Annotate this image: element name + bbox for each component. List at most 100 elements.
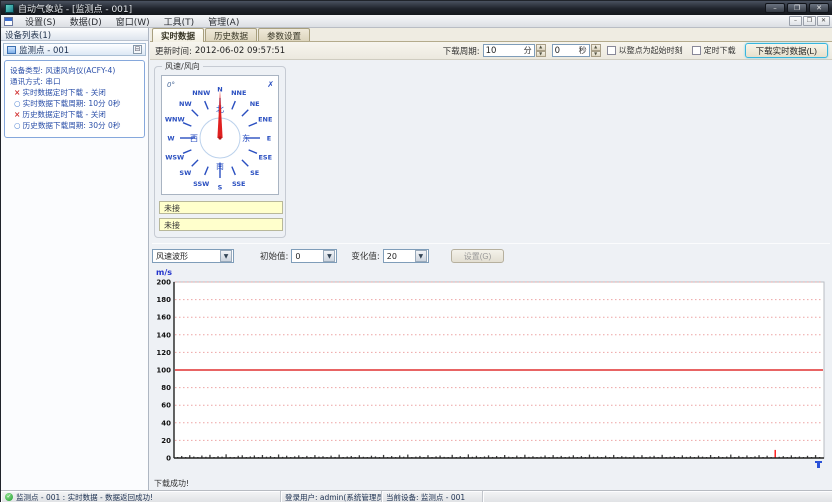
main-panel: 实时数据 历史数据 参数设置 更新时间: 2012-06-02 09:57:51…	[150, 28, 832, 490]
compass-direction-label: W	[167, 135, 174, 143]
device-list-panel: 设备列表(1) 监测点 - 001 ⊟ 设备类型: 风速风向仪(ACFY-4)通…	[1, 28, 149, 490]
status-filler-cell	[483, 491, 832, 502]
chart-cursor-marker	[815, 461, 822, 468]
minutes-stepper[interactable]: ▲▼	[536, 44, 546, 57]
wind-degree-readout: 0°	[167, 81, 175, 89]
tree-collapse-icon[interactable]: ⊟	[133, 45, 142, 54]
chevron-down-icon[interactable]: ▼	[220, 250, 232, 262]
download-realtime-button[interactable]: 下载实时数据(L)	[745, 43, 828, 58]
compass-cardinal-label: 东	[242, 133, 250, 143]
device-tree-node[interactable]: 监测点 - 001 ⊟	[3, 43, 146, 56]
mdi-close-button[interactable]: ✕	[817, 16, 830, 26]
download-period-label: 下载周期:	[443, 45, 480, 57]
chart-spike-bar	[775, 450, 776, 458]
minimize-button[interactable]: –	[765, 3, 785, 13]
step-value-select[interactable]: 20 ▼	[383, 249, 429, 263]
app-window: 自动气象站 - [监测点 - 001] – ❐ ✕ 设置(S) 数据(D) 窗口…	[0, 0, 832, 502]
device-tree-node-label: 监测点 - 001	[19, 44, 69, 56]
status-device-cell: 当前设备: 监测点 - 001	[382, 491, 483, 502]
wind-speed-value-box: 未接	[159, 201, 283, 214]
compass-direction-label: ENE	[258, 116, 272, 124]
minutes-unit-label: 分	[524, 45, 532, 56]
wind-direction-value-box: 未接	[159, 218, 283, 231]
app-icon	[5, 4, 14, 13]
menu-window[interactable]: 窗口(W)	[109, 14, 157, 29]
menu-settings[interactable]: 设置(S)	[18, 14, 63, 29]
compass-rose: 0°✗NNNENEENEEESESESSESSSWSWWSWWWNWNWNNW北…	[162, 76, 278, 194]
mdi-restore-button[interactable]: ❐	[803, 16, 816, 26]
success-check-icon: ✓	[5, 493, 13, 501]
seconds-field[interactable]: 0 秒	[552, 44, 590, 57]
step-value-label: 变化值:	[351, 250, 379, 262]
y-axis-tick-label: 40	[161, 419, 171, 427]
wind-groupbox-title: 风速/风向	[162, 61, 203, 72]
chart-controls: 风速波形 ▼ 初始值: 0 ▼ 变化值: 20 ▼ 设置(G)	[152, 248, 830, 264]
compass-direction-label: SSE	[232, 180, 246, 188]
device-info-line: 设备类型: 风速风向仪(ACFY-4)	[10, 65, 142, 76]
maximize-button[interactable]: ❐	[787, 3, 807, 13]
device-info-line: ×历史数据定时下载 - 关闭	[14, 109, 142, 120]
compass-direction-label: NE	[250, 100, 260, 108]
menu-tools[interactable]: 工具(T)	[157, 14, 202, 29]
compass-direction-label: ESE	[258, 153, 272, 161]
start-value-select[interactable]: 0 ▼	[291, 249, 337, 263]
minutes-value[interactable]: 10	[486, 46, 521, 56]
mdi-minimize-button[interactable]: –	[789, 16, 802, 26]
wind-compass: 0°✗NNNENEENEEESESESSESSSWSWWSWWWNWNWNNW北…	[161, 75, 279, 195]
y-axis-tick-label: 80	[161, 384, 171, 392]
tab-parameter-settings[interactable]: 参数设置	[258, 28, 310, 41]
status-bar: ✓ 监测点 - 001 : 实时数据 - 数据返回成功! 登录用户: admin…	[1, 490, 832, 502]
y-axis-tick-label: 140	[156, 331, 171, 339]
align-start-checkbox-label: 以整点为起始时刻	[619, 45, 683, 56]
y-axis-tick-label: 20	[161, 437, 171, 445]
menu-data[interactable]: 数据(D)	[63, 14, 109, 29]
device-info-line: ×实时数据定时下载 - 关闭	[14, 87, 142, 98]
checkbox-icon[interactable]	[607, 46, 616, 55]
y-axis-tick-label: 0	[166, 455, 171, 463]
compass-direction-label: WSW	[165, 153, 184, 161]
logged-in-user: 登录用户: admin(系统管理员)	[285, 492, 382, 502]
chevron-down-icon[interactable]: ▼	[323, 250, 335, 262]
tab-realtime-data[interactable]: 实时数据	[152, 28, 204, 42]
y-axis-tick-label: 100	[156, 367, 171, 375]
y-axis-tick-label: 60	[161, 402, 171, 410]
timer-download-checkbox-label: 定时下载	[704, 45, 736, 56]
device-info-line: ○实时数据下载周期: 10分 0秒	[14, 98, 142, 109]
y-axis-tick-label: 200	[156, 279, 171, 287]
compass-direction-label: SSW	[193, 180, 209, 188]
tab-bar: 实时数据 历史数据 参数设置	[150, 28, 832, 42]
seconds-value[interactable]: 0	[555, 46, 576, 56]
apply-settings-button[interactable]: 设置(G)	[451, 249, 505, 263]
status-message-cell: ✓ 监测点 - 001 : 实时数据 - 数据返回成功!	[1, 491, 281, 502]
tab-history-data[interactable]: 历史数据	[205, 28, 257, 41]
divider	[152, 243, 830, 244]
current-device: 当前设备: 监测点 - 001	[386, 492, 465, 502]
compass-cardinal-label: 西	[190, 134, 198, 143]
device-info-line: 通讯方式: 串口	[10, 76, 142, 87]
close-button[interactable]: ✕	[809, 3, 829, 13]
compass-cardinal-label: 南	[216, 161, 224, 171]
compass-direction-label: E	[267, 135, 271, 143]
timer-download-checkbox[interactable]: 定时下载	[692, 45, 736, 56]
seconds-stepper[interactable]: ▲▼	[591, 44, 601, 57]
checkbox-icon[interactable]	[692, 46, 701, 55]
y-axis-tick-label: 120	[156, 349, 171, 357]
update-time-value: 2012-06-02 09:57:51	[195, 46, 285, 56]
update-time-label: 更新时间:	[155, 45, 192, 57]
y-axis-label: m/s	[156, 268, 172, 277]
compass-direction-label: SE	[250, 169, 259, 177]
realtime-content: 风速/风向 0°✗NNNENEENEEESESESSESSSWSWWSWWWNW…	[150, 60, 832, 490]
compass-direction-label: NNE	[231, 89, 246, 97]
menu-manage[interactable]: 管理(A)	[201, 14, 246, 29]
align-start-checkbox[interactable]: 以整点为起始时刻	[607, 45, 683, 56]
compass-direction-label: NW	[179, 100, 192, 108]
waveform-select[interactable]: 风速波形 ▼	[152, 249, 234, 263]
y-axis-tick-label: 160	[156, 314, 171, 322]
step-value-select-value: 20	[384, 252, 414, 261]
chevron-down-icon[interactable]: ▼	[415, 250, 427, 262]
compass-direction-label: NNW	[192, 89, 210, 97]
chart-status-text: 下载成功!	[154, 478, 189, 489]
minutes-field[interactable]: 10 分	[483, 44, 535, 57]
device-list-header: 设备列表(1)	[1, 28, 148, 41]
realtime-toolbar: 更新时间: 2012-06-02 09:57:51 下载周期: 10 分 ▲▼ …	[150, 42, 832, 60]
